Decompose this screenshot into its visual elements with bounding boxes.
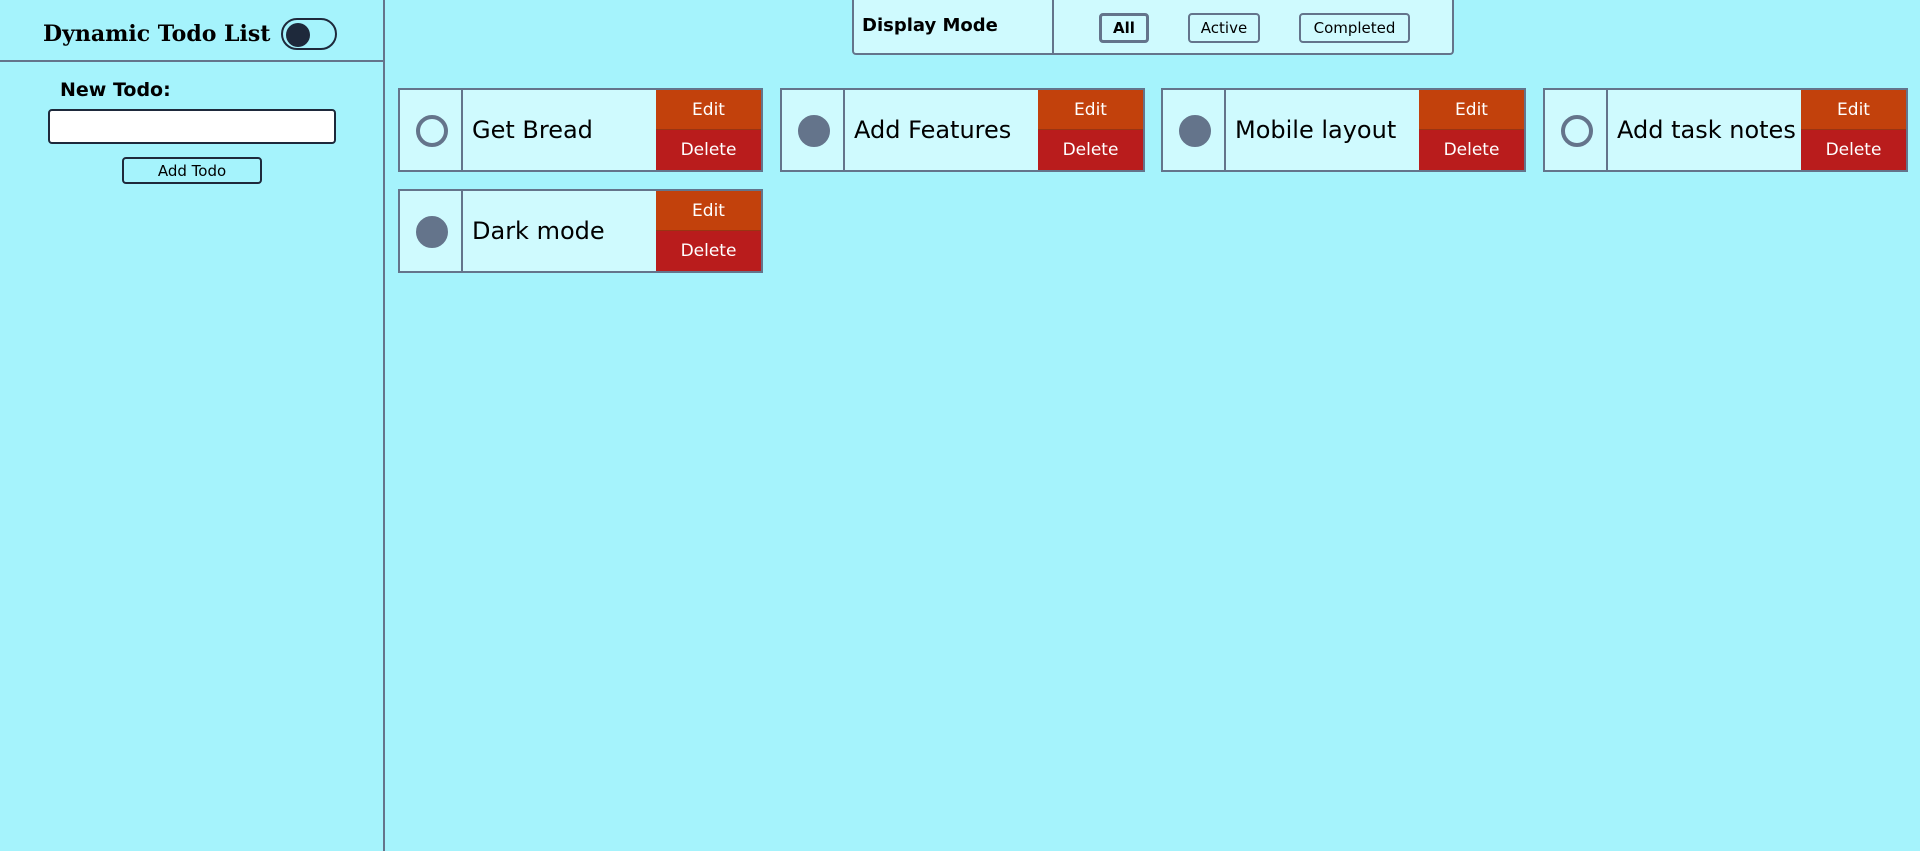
todo-card: Add Features Edit Delete [780,88,1145,172]
delete-button[interactable]: Delete [1801,130,1906,170]
sidebar-header: Dynamic Todo List [0,0,383,62]
toggle-knob-icon [286,23,310,47]
todo-complete-toggle[interactable] [400,191,463,271]
circle-icon [798,115,830,147]
edit-button[interactable]: Edit [1801,90,1906,130]
edit-button[interactable]: Edit [1419,90,1524,130]
todo-text: Add Features [854,116,1012,144]
delete-button[interactable]: Delete [1419,130,1524,170]
filter-all-button[interactable]: All [1099,13,1149,43]
new-todo-input[interactable] [48,109,336,144]
filter-active-button[interactable]: Active [1188,13,1260,43]
todo-card: Get Bread Edit Delete [398,88,763,172]
edit-button[interactable]: Edit [656,191,761,231]
sidebar: Dynamic Todo List New Todo: Add Todo [0,0,385,851]
app-title: Dynamic Todo List [43,21,271,47]
add-todo-button[interactable]: Add Todo [122,157,262,184]
filter-completed-button[interactable]: Completed [1299,13,1410,43]
circle-icon [416,115,448,147]
todo-complete-toggle[interactable] [400,90,463,170]
circle-icon [1561,115,1593,147]
display-mode-panel: Display Mode All Active Completed [852,0,1454,55]
todo-text: Mobile layout [1235,116,1397,144]
display-mode-label: Display Mode [862,15,998,36]
display-mode-divider [1052,0,1054,53]
todo-card: Add task notes Edit Delete [1543,88,1908,172]
todo-text: Add task notes [1617,116,1796,144]
todo-complete-toggle[interactable] [1163,90,1226,170]
edit-button[interactable]: Edit [1038,90,1143,130]
todo-complete-toggle[interactable] [1545,90,1608,170]
circle-icon [1179,115,1211,147]
circle-icon [416,216,448,248]
delete-button[interactable]: Delete [656,231,761,271]
todo-card: Mobile layout Edit Delete [1161,88,1526,172]
todo-text: Dark mode [472,217,605,245]
new-todo-label: New Todo: [60,79,171,101]
delete-button[interactable]: Delete [1038,130,1143,170]
todo-card: Dark mode Edit Delete [398,189,763,273]
delete-button[interactable]: Delete [656,130,761,170]
todo-text: Get Bread [472,116,593,144]
theme-toggle[interactable] [281,18,337,50]
edit-button[interactable]: Edit [656,90,761,130]
app: Dynamic Todo List New Todo: Add Todo Dis… [0,0,1920,851]
todo-complete-toggle[interactable] [782,90,845,170]
